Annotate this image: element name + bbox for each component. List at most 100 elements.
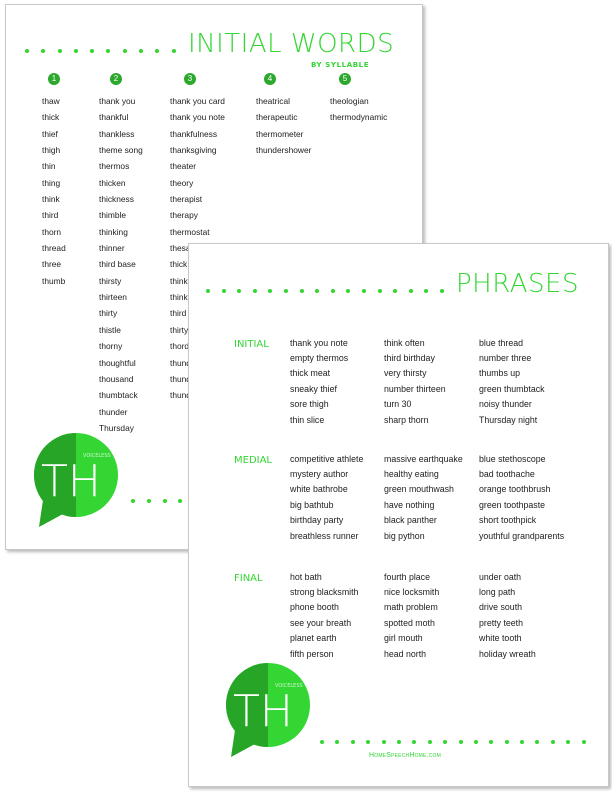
dot <box>237 289 242 293</box>
phrase-item: nice locksmith <box>384 587 440 598</box>
dot <box>139 49 144 53</box>
dot <box>412 740 417 744</box>
word-item: thief <box>42 128 58 139</box>
dot <box>206 289 210 293</box>
dot <box>73 49 78 53</box>
dot <box>377 289 382 293</box>
dot <box>320 740 324 744</box>
dot <box>346 289 351 293</box>
dot <box>566 740 571 744</box>
phrase-item: noisy thunder <box>479 398 532 409</box>
word-item: thermodynamic <box>330 112 388 123</box>
dot <box>252 289 257 293</box>
phrase-item: hot bath <box>290 572 322 582</box>
phrase-item: green thumbtack <box>479 383 545 394</box>
phrase-column: fourth place nice locksmith math problem sp… <box>384 570 439 662</box>
dot <box>381 740 386 744</box>
word-item: thorn <box>42 226 62 237</box>
dot <box>366 740 371 744</box>
speech-bubble-icon: VOICELESS TH <box>226 663 310 757</box>
dotted-leader <box>206 289 444 293</box>
phrase-item: massive earthquake <box>384 454 463 464</box>
dot <box>424 289 429 293</box>
dot <box>350 740 355 744</box>
phrase-item: black panther <box>384 514 437 525</box>
word-item: thick <box>42 112 60 123</box>
phrase-item: birthday party <box>290 514 344 525</box>
phrase-column: think often third birthday very thirsty num… <box>384 336 446 428</box>
phrase-item: math problem <box>384 602 438 613</box>
word-item: thistle <box>99 324 121 335</box>
dotted-leader-bottom <box>320 740 586 744</box>
dot <box>268 289 273 293</box>
word-item: third <box>42 210 59 221</box>
phrase-column: competitive athlete mystery author white b… <box>290 452 363 544</box>
dot <box>443 740 448 744</box>
phrase-item: spotted moth <box>384 617 435 628</box>
dot <box>57 49 62 53</box>
dot <box>171 49 176 53</box>
word-item: thaw <box>42 96 60 106</box>
word-item: therapist <box>170 194 203 205</box>
word-item: thanksgiving <box>170 145 217 156</box>
phrase-item: sore thigh <box>290 398 329 409</box>
phrase-item: see your breath <box>290 617 352 628</box>
phrase-item: drive south <box>479 602 523 613</box>
word-item: think <box>42 194 60 205</box>
phrase-column: hot bath strong blacksmith phone booth see … <box>290 570 358 662</box>
dot <box>393 289 398 293</box>
phrase-item: phone booth <box>290 602 339 613</box>
phrase-item: number three <box>479 353 532 364</box>
dot <box>146 499 151 503</box>
word-item: thing <box>42 177 61 188</box>
word-item: thankful <box>99 112 129 123</box>
dot <box>520 740 525 744</box>
word-item: thousand <box>99 373 134 384</box>
word-item: thermostat <box>170 226 210 237</box>
phrase-item: orange toothbrush <box>479 484 551 495</box>
phrase-item: under oath <box>479 572 522 582</box>
phrase-item: competitive athlete <box>290 454 364 464</box>
phrase-item: big bathtub <box>290 499 334 510</box>
word-item: thermos <box>99 161 130 172</box>
phrase-item: girl mouth <box>384 632 423 643</box>
dot <box>155 49 160 53</box>
syllable-badge-1: 1 <box>48 73 60 85</box>
phrases-page: PHRASES INITIAL thank you note empty ther… <box>188 243 609 787</box>
phrase-item: turn 30 <box>384 398 412 409</box>
dot <box>458 740 463 744</box>
phrase-item: blue stethoscope <box>479 454 546 464</box>
word-item: thoughtful <box>99 357 136 368</box>
word-item: theatrical <box>256 96 290 106</box>
section-label-initial: INITIAL <box>234 339 269 350</box>
dot <box>504 740 509 744</box>
website-link[interactable]: HomeSpeechHome.com <box>369 752 441 759</box>
word-item: thickness <box>99 194 134 205</box>
voiceless-th-logo: VOICELESS TH <box>223 660 313 765</box>
syllable-badge-4: 4 <box>264 73 276 85</box>
syllable-badge-3: 3 <box>184 73 196 85</box>
word-item: theater <box>170 161 197 172</box>
phrase-column: blue stethoscope bad toothache orange toot… <box>479 452 564 544</box>
word-item: therapeutic <box>256 112 298 123</box>
word-column-4: theatrical therapeutic thermometer thunders… <box>256 93 311 158</box>
word-item: thumbtack <box>99 390 138 401</box>
dot <box>361 289 366 293</box>
word-item: thermometer <box>256 128 304 139</box>
word-item: thicken <box>99 177 126 188</box>
voiceless-th-logo: VOICELESS TH <box>31 430 121 535</box>
phrase-item: third birthday <box>384 353 435 364</box>
dot <box>581 740 586 744</box>
word-item: third base <box>99 259 136 270</box>
phrase-item: white bathrobe <box>290 484 348 495</box>
word-item: thorny <box>99 341 123 352</box>
phrase-column: under oath long path drive south pretty tee… <box>479 570 536 662</box>
word-item: thunder <box>99 406 128 417</box>
dotted-leader <box>25 49 176 53</box>
phrase-item: short toothpick <box>479 514 537 525</box>
word-column-2: thank you thankful thankless theme song ther… <box>99 93 143 436</box>
phrase-item: big python <box>384 530 425 541</box>
phrase-item: strong blacksmith <box>290 587 359 598</box>
word-item: thimble <box>99 210 126 221</box>
dot <box>221 289 226 293</box>
